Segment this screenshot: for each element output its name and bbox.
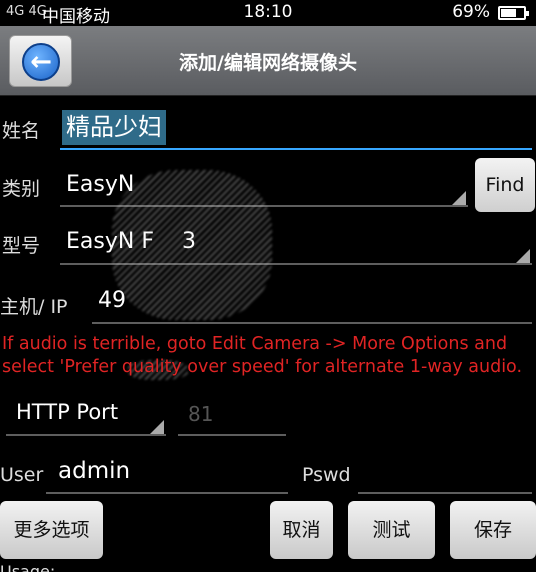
find-button[interactable]: Find [475, 158, 535, 212]
name-input-underline [60, 148, 532, 150]
battery-icon [498, 6, 529, 20]
battery-percent: 69% [452, 2, 490, 22]
cancel-button[interactable]: 取消 [270, 501, 333, 559]
save-button[interactable]: 保存 [450, 501, 536, 559]
model-label: 型号 [2, 235, 41, 257]
test-button[interactable]: 测试 [348, 501, 435, 559]
category-label: 类别 [2, 178, 41, 200]
name-input[interactable]: 精品少妇 [62, 110, 166, 145]
model-dropdown-icon [516, 249, 530, 263]
host-label: 主机/ IP [0, 296, 68, 318]
more-options-button[interactable]: 更多选项 [0, 501, 103, 559]
name-label: 姓名 [2, 120, 41, 142]
title-bar: ← 添加/编辑网络摄像头 [0, 26, 536, 96]
port-input[interactable]: 81 [188, 402, 213, 426]
port-type-underline [6, 434, 166, 436]
host-underline [92, 322, 532, 324]
pswd-label: Pswd [302, 464, 351, 486]
pswd-underline [358, 492, 532, 494]
battery-level [501, 9, 516, 17]
user-underline [46, 492, 288, 494]
usage-label: Usage: [0, 562, 56, 572]
http-port-select[interactable]: HTTP Port [16, 400, 118, 424]
page-title: 添加/编辑网络摄像头 [179, 52, 357, 74]
user-label: User [0, 464, 44, 486]
audio-warning-text: If audio is terrible, goto Edit Camera -… [2, 334, 523, 377]
category-dropdown-icon [452, 191, 466, 205]
port-underline [178, 434, 286, 436]
user-input[interactable]: admin [58, 458, 130, 484]
status-bar: 4G 4G 中国移动 18:10 69% [0, 0, 536, 27]
redaction-scribble [112, 170, 272, 320]
port-type-dropdown-icon [150, 420, 164, 434]
